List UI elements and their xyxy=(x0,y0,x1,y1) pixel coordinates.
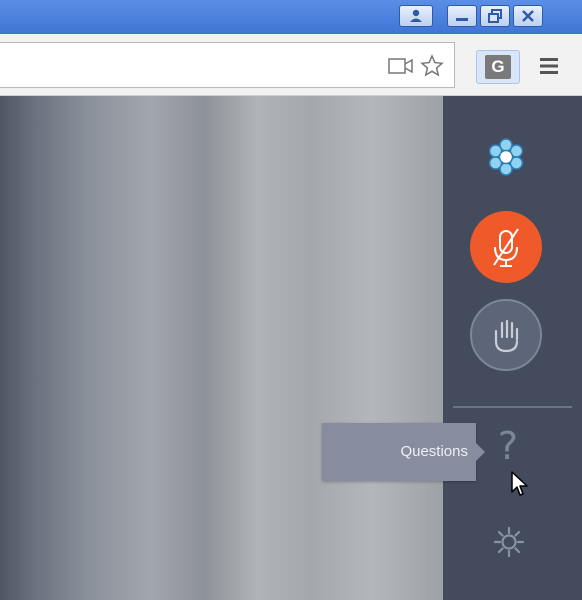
mute-microphone-button[interactable] xyxy=(470,211,542,283)
browser-window: G ? Questions xyxy=(0,0,582,600)
raise-hand-button[interactable] xyxy=(470,299,542,371)
minimize-button[interactable] xyxy=(447,5,477,27)
browser-toolbar: G xyxy=(0,34,582,96)
user-icon xyxy=(410,9,422,22)
app-logo-button[interactable] xyxy=(483,134,529,180)
snowflake-logo-icon xyxy=(488,138,524,176)
extension-button[interactable]: G xyxy=(476,50,520,84)
gear-icon[interactable] xyxy=(491,524,527,560)
panel-divider xyxy=(453,406,572,408)
close-button[interactable] xyxy=(513,5,543,27)
restore-button[interactable] xyxy=(480,5,510,27)
hand-icon xyxy=(494,319,519,353)
title-bar xyxy=(0,0,582,34)
close-icon xyxy=(522,10,534,22)
mouse-pointer-icon xyxy=(511,471,528,496)
side-control-panel: ? xyxy=(443,96,582,600)
tooltip-label: Questions xyxy=(400,443,468,460)
question-icon[interactable]: ? xyxy=(493,424,523,468)
video-area xyxy=(0,96,443,600)
profile-button[interactable] xyxy=(399,5,433,27)
questions-tooltip: Questions xyxy=(322,423,476,481)
restore-icon xyxy=(488,9,502,23)
extension-g-icon: G xyxy=(485,55,511,79)
muted-microphone-icon xyxy=(493,228,519,267)
video-camera-icon[interactable] xyxy=(388,57,414,75)
tooltip-arrow xyxy=(476,443,485,461)
star-icon[interactable] xyxy=(420,54,444,78)
address-bar[interactable] xyxy=(0,42,455,88)
minimize-icon xyxy=(456,18,468,21)
hamburger-menu-icon[interactable] xyxy=(538,56,560,76)
